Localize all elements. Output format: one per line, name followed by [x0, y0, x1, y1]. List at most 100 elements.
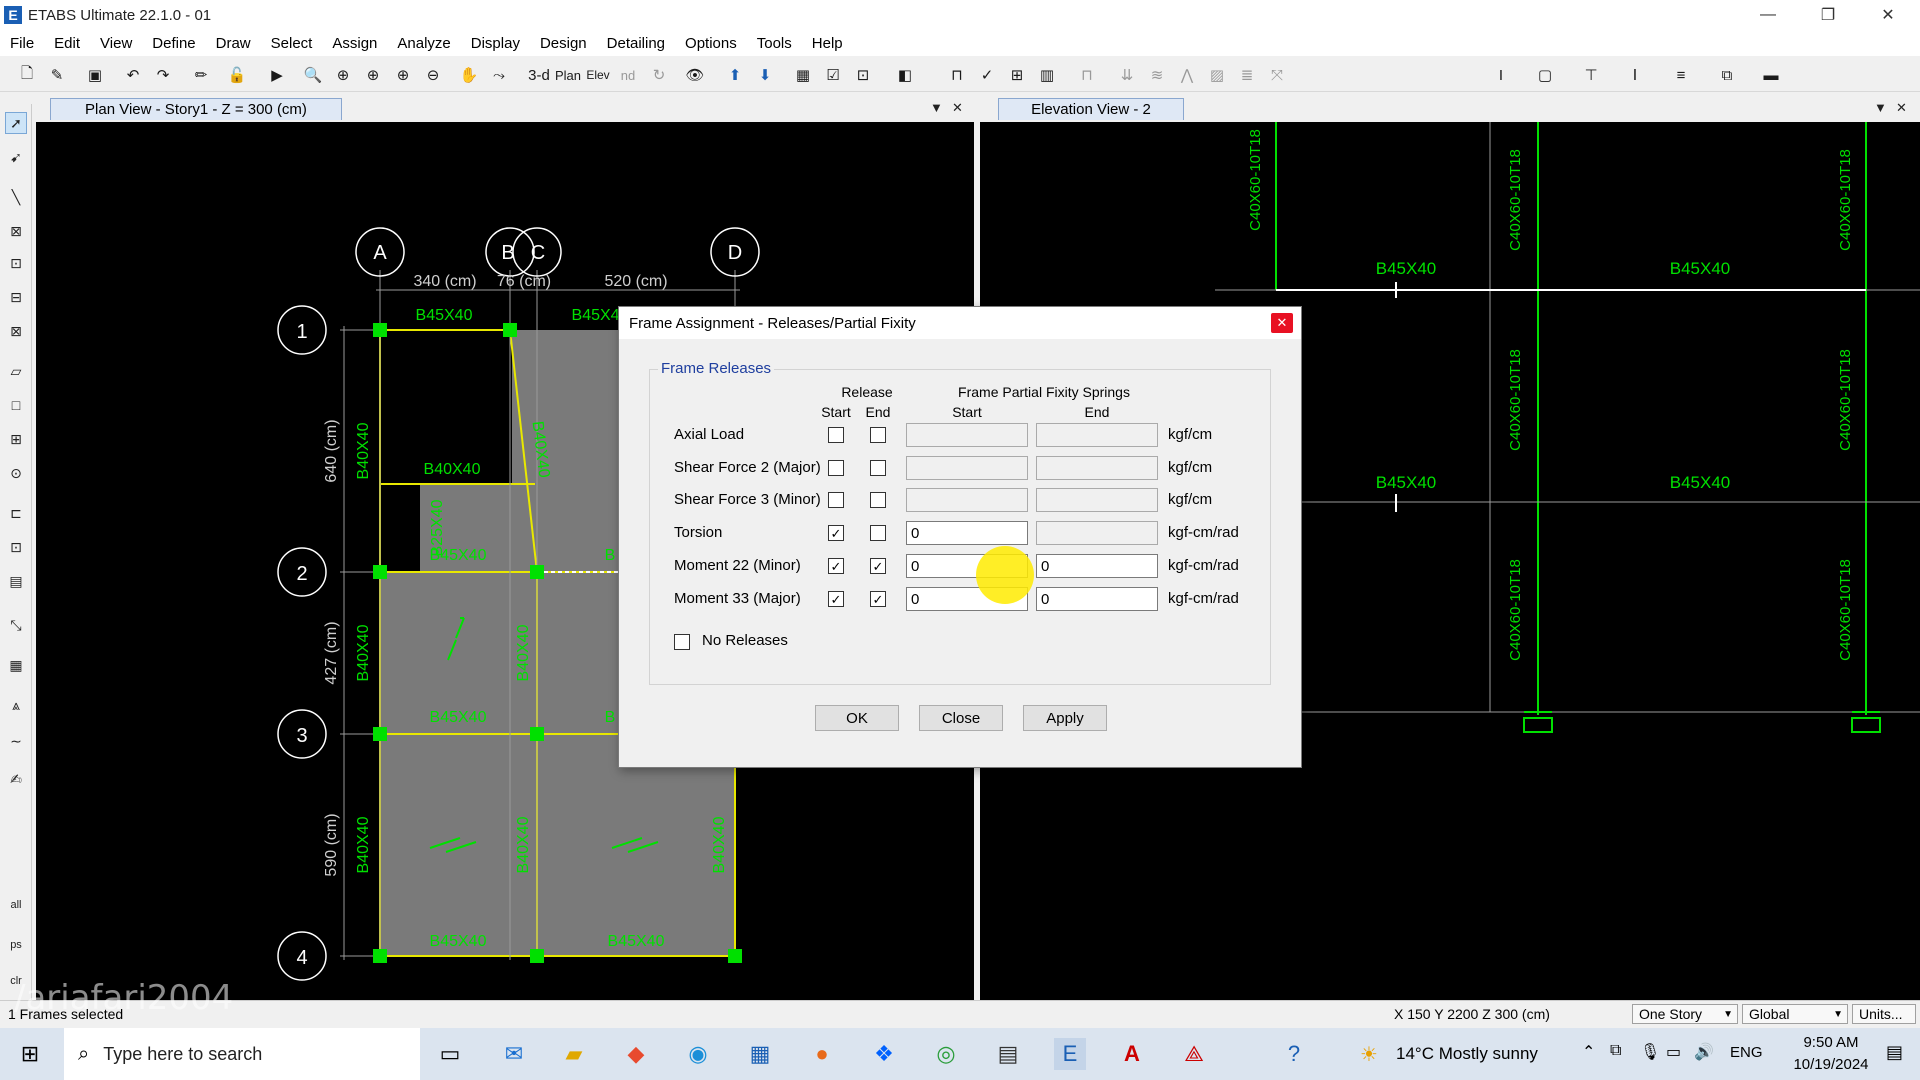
- notifications-icon[interactable]: ▤: [1886, 1042, 1903, 1063]
- pencil-icon[interactable]: ✏: [190, 64, 212, 86]
- dialog-close-icon[interactable]: ✕: [1271, 313, 1293, 333]
- menu-assign[interactable]: Assign: [322, 35, 387, 52]
- draw-tendon-icon[interactable]: ⩓: [5, 694, 27, 716]
- object-shrink-icon[interactable]: ▦: [792, 64, 814, 86]
- nd-view-button[interactable]: nd: [616, 64, 640, 86]
- chair-icon[interactable]: ⊓: [1076, 64, 1098, 86]
- select-previous-icon[interactable]: ps: [5, 934, 27, 956]
- units-button[interactable]: Units...: [1852, 1004, 1916, 1024]
- menu-select[interactable]: Select: [261, 35, 323, 52]
- chrome-icon[interactable]: ◎: [930, 1038, 962, 1070]
- menu-define[interactable]: Define: [142, 35, 205, 52]
- battery-icon[interactable]: ▭: [1666, 1042, 1681, 1062]
- menu-tools[interactable]: Tools: [747, 35, 802, 52]
- shear3-end-spring-field[interactable]: [1036, 488, 1158, 512]
- draw-opening-icon[interactable]: ⊙: [5, 462, 27, 484]
- torsion-start-spring-field[interactable]: 0: [906, 521, 1028, 545]
- shear3-start-spring-field[interactable]: [906, 488, 1028, 512]
- section-icon[interactable]: ▢: [1534, 64, 1556, 86]
- design-column-icon[interactable]: Ⅰ: [1624, 64, 1646, 86]
- draw-beam-icon[interactable]: ⊟: [5, 286, 27, 308]
- deform-icon[interactable]: ≋: [1146, 64, 1168, 86]
- axial-start-spring-field[interactable]: [906, 423, 1028, 447]
- ok-button[interactable]: OK: [815, 705, 899, 731]
- shear2-end-spring-field[interactable]: [1036, 456, 1158, 480]
- design-wall-icon[interactable]: ≡: [1670, 64, 1692, 86]
- rotate-icon[interactable]: ↻: [648, 64, 670, 86]
- perspective-icon[interactable]: 👁: [684, 64, 706, 86]
- zoom-restore-icon[interactable]: ⊕: [332, 64, 354, 86]
- undo-icon[interactable]: ↶: [122, 64, 144, 86]
- shear2-end-checkbox[interactable]: [870, 460, 886, 476]
- draw-rect-floor-icon[interactable]: □: [5, 394, 27, 416]
- save-icon[interactable]: ▣: [84, 64, 106, 86]
- move-up-icon[interactable]: ⬆: [724, 64, 746, 86]
- store-icon[interactable]: ▦: [744, 1038, 776, 1070]
- wall-icon[interactable]: ▥: [1036, 64, 1058, 86]
- file-explorer-icon[interactable]: ▰: [558, 1038, 590, 1070]
- acrobat-icon[interactable]: ⟁: [1178, 1038, 1210, 1070]
- draw-floor-icon[interactable]: ▱: [5, 360, 27, 382]
- firefox-icon[interactable]: ●: [806, 1038, 838, 1070]
- check-icon[interactable]: ☑: [822, 64, 844, 86]
- link-icon[interactable]: ⤧: [1266, 64, 1288, 86]
- plan-tab-menu-icon[interactable]: ▼: [930, 100, 943, 115]
- restore-button[interactable]: ❐: [1800, 0, 1856, 30]
- design-frame-icon[interactable]: ⊤: [1580, 64, 1602, 86]
- shear2-start-spring-field[interactable]: [906, 456, 1028, 480]
- torsion-end-checkbox[interactable]: [870, 525, 886, 541]
- menu-analyze[interactable]: Analyze: [387, 35, 460, 52]
- mode-icon[interactable]: ⋀: [1176, 64, 1198, 86]
- draw-link-icon[interactable]: ⤡: [5, 614, 27, 636]
- edge-icon[interactable]: ◉: [682, 1038, 714, 1070]
- microphone-icon[interactable]: 🎙: [1640, 1042, 1660, 1062]
- lock-icon[interactable]: 🔓: [226, 64, 248, 86]
- torsion-end-spring-field[interactable]: [1036, 521, 1158, 545]
- load-icon[interactable]: ⇊: [1116, 64, 1138, 86]
- design-slab-icon[interactable]: ⧉: [1716, 64, 1738, 86]
- pan-icon[interactable]: ✋: [458, 64, 480, 86]
- menu-draw[interactable]: Draw: [206, 35, 261, 52]
- draw-wall-icon[interactable]: ⊏: [5, 502, 27, 524]
- elev-tab-close-icon[interactable]: ✕: [1896, 100, 1907, 116]
- force-icon[interactable]: ≣: [1236, 64, 1258, 86]
- menu-help[interactable]: Help: [802, 35, 853, 52]
- moment33-end-spring-field[interactable]: 0: [1036, 587, 1158, 611]
- autocad-icon[interactable]: A: [1116, 1038, 1148, 1070]
- elevation-view-button[interactable]: Elev: [586, 64, 610, 86]
- moment33-end-checkbox[interactable]: ✓: [870, 591, 886, 607]
- menu-edit[interactable]: Edit: [44, 35, 90, 52]
- design-more-icon[interactable]: ▬: [1760, 64, 1782, 86]
- select-pointer-icon[interactable]: ➚: [5, 112, 27, 134]
- select-all-icon[interactable]: all: [5, 894, 27, 916]
- language-indicator[interactable]: ENG: [1730, 1044, 1763, 1061]
- taskbar-search-box[interactable]: ⌕ Type here to search: [64, 1028, 420, 1080]
- draw-curve-icon[interactable]: ∼: [5, 730, 27, 752]
- apply-button[interactable]: Apply: [1023, 705, 1107, 731]
- moment33-start-checkbox[interactable]: ✓: [828, 591, 844, 607]
- draw-frame-icon[interactable]: ╲: [5, 186, 27, 208]
- network-icon[interactable]: ⧉: [1610, 1042, 1621, 1060]
- menu-detailing[interactable]: Detailing: [597, 35, 675, 52]
- menu-design[interactable]: Design: [530, 35, 597, 52]
- zoom-all-icon[interactable]: ⊕: [362, 64, 384, 86]
- moment22-start-checkbox[interactable]: ✓: [828, 558, 844, 574]
- open-file-icon[interactable]: ✎: [46, 64, 68, 86]
- shear2-start-checkbox[interactable]: [828, 460, 844, 476]
- coordinate-system-select[interactable]: Global ▼: [1742, 1004, 1848, 1024]
- elev-tab-menu-icon[interactable]: ▼: [1874, 100, 1887, 115]
- zoom-in-icon[interactable]: ⊕: [392, 64, 414, 86]
- menu-display[interactable]: Display: [461, 35, 530, 52]
- shear3-start-checkbox[interactable]: [828, 492, 844, 508]
- plan-tab-close-icon[interactable]: ✕: [952, 100, 963, 116]
- task-view-icon[interactable]: ▭: [434, 1038, 466, 1070]
- start-windows-icon[interactable]: ⊞: [14, 1038, 46, 1070]
- no-releases-checkbox[interactable]: [674, 634, 690, 650]
- moment22-end-checkbox[interactable]: ✓: [870, 558, 886, 574]
- draw-brace-icon[interactable]: ⊡: [5, 252, 27, 274]
- axial-end-spring-field[interactable]: [1036, 423, 1158, 447]
- moment22-end-spring-field[interactable]: 0: [1036, 554, 1158, 578]
- etabs-taskbar-icon[interactable]: E: [1054, 1038, 1086, 1070]
- move-down-icon[interactable]: ⬇: [754, 64, 776, 86]
- zoom-window-icon[interactable]: 🔍: [302, 64, 324, 86]
